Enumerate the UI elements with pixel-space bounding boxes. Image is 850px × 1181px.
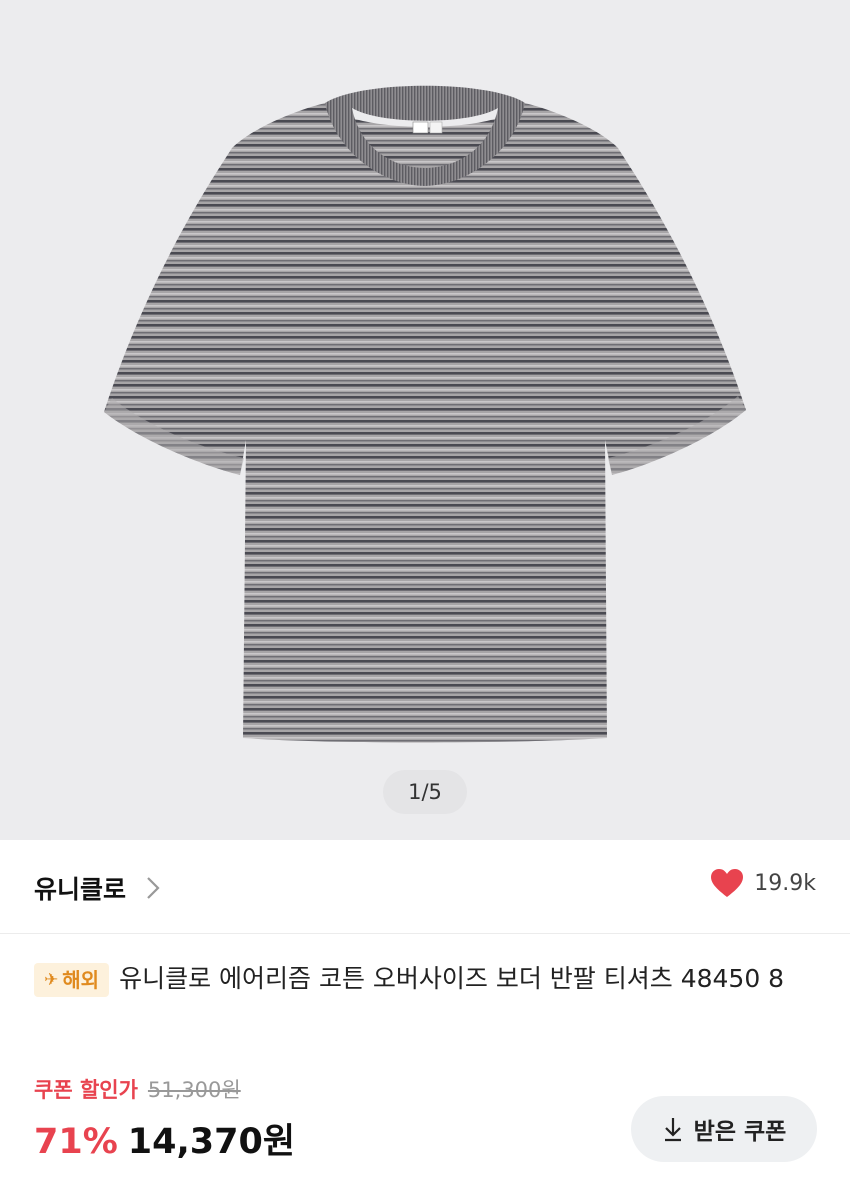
coupon-label: 쿠폰 할인가: [34, 1078, 138, 1102]
product-image-gallery[interactable]: 1/5: [0, 0, 850, 840]
brand-name: 유니클로: [34, 875, 127, 904]
overseas-tag-label: 해외: [62, 968, 100, 992]
original-price: 51,300원: [147, 1078, 241, 1102]
price-row: 71% 14,370원: [34, 1113, 295, 1164]
download-icon: [664, 1118, 681, 1142]
like-button[interactable]: 19.9k: [710, 868, 816, 898]
received-coupon-button[interactable]: 받은 쿠폰: [631, 1096, 817, 1162]
final-price: 14,370원: [127, 1122, 296, 1162]
product-title: 유니클로 에어리즘 코튼 오버사이즈 보더 반팔 티셔츠 48450 8: [119, 964, 785, 993]
product-title-block: ✈ 해외 유니클로 에어리즘 코튼 오버사이즈 보더 반팔 티셔츠 48450 8: [34, 958, 824, 1000]
brand-link[interactable]: 유니클로: [34, 870, 162, 906]
received-coupon-label: 받은 쿠폰: [693, 1119, 787, 1145]
coupon-price-label-row: 쿠폰 할인가 51,300원: [34, 1074, 241, 1104]
discount-rate: 71%: [34, 1122, 118, 1162]
brand-row: 유니클로 19.9k: [0, 840, 850, 934]
overseas-tag: ✈ 해외: [34, 963, 110, 997]
airplane-icon: ✈: [44, 970, 59, 990]
image-counter: 1/5: [383, 770, 467, 814]
product-image: [104, 85, 746, 743]
like-count: 19.9k: [754, 870, 816, 896]
chevron-right-icon: [147, 877, 160, 899]
heart-icon: [711, 869, 744, 897]
